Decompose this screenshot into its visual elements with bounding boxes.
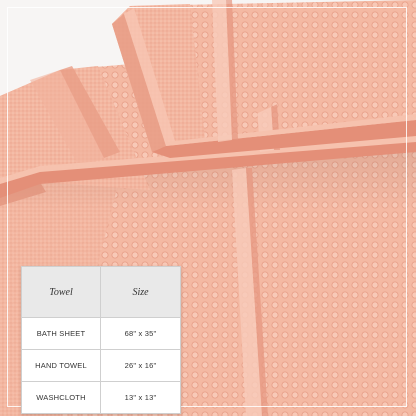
product-photo: Towel Size BATH SHEET 68" x 35" HAND TOW… (0, 0, 416, 416)
table-row: WASHCLOTH 13" x 13" (21, 381, 181, 414)
towel-size-cell: 13" x 13" (100, 381, 181, 414)
towel-column-header: Towel (21, 266, 101, 318)
table-row: BATH SHEET 68" x 35" (21, 317, 181, 350)
towel-size-cell: 68" x 35" (100, 317, 181, 350)
table-row: HAND TOWEL 26" x 16" (21, 349, 181, 382)
size-column-header: Size (100, 266, 181, 318)
table-header-row: Towel Size (21, 266, 181, 318)
towel-name-cell: WASHCLOTH (21, 381, 101, 414)
towel-name-cell: HAND TOWEL (21, 349, 101, 382)
size-chart-table: Towel Size BATH SHEET 68" x 35" HAND TOW… (21, 266, 181, 414)
towel-size-cell: 26" x 16" (100, 349, 181, 382)
towel-name-cell: BATH SHEET (21, 317, 101, 350)
